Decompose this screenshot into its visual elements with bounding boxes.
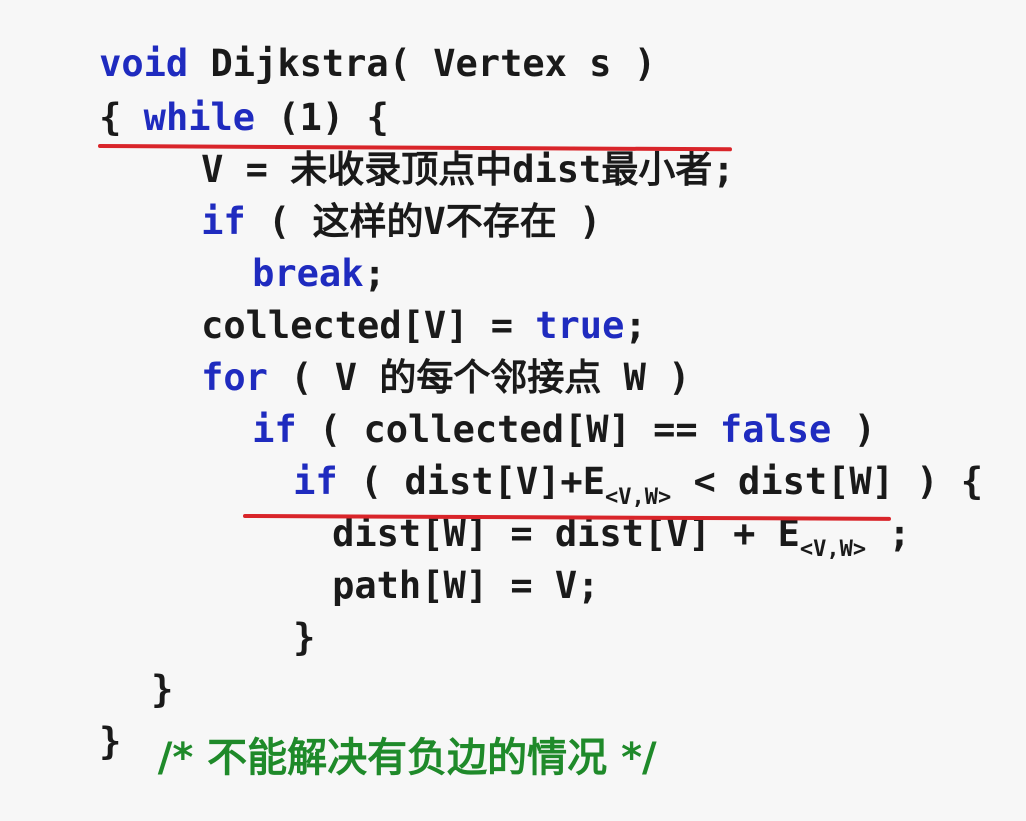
code-slide: void Dijkstra( Vertex s ) { while (1) { … [0,0,1026,778]
close-brace-if: } [293,616,316,659]
code-line-12: } [204,582,315,693]
path-update: path[W] = V; [332,564,600,607]
code-comment: /* 不能解决有负边的情况 */ [102,698,657,818]
comment-text: /* 不能解决有负边的情况 */ [157,735,657,781]
edge-subscript: <V,W> [799,537,867,562]
